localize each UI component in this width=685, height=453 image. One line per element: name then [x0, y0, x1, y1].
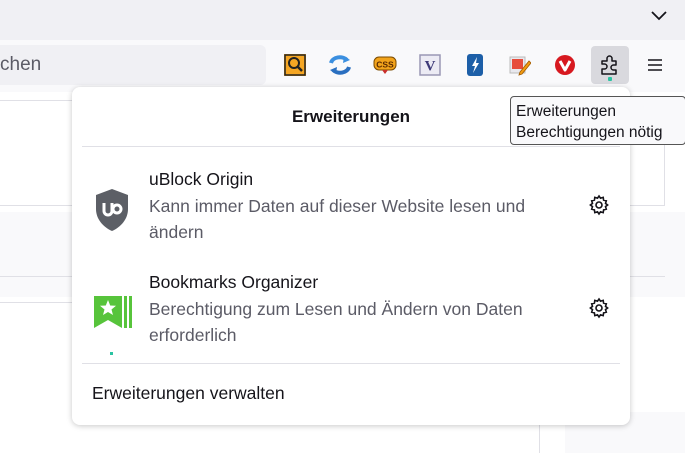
css-extension-icon[interactable]: CSS [370, 50, 400, 80]
nav-bar: CSS V [0, 40, 685, 92]
extensions-button[interactable] [591, 46, 629, 84]
extension-description: Kann immer Daten auf dieser Website lese… [149, 196, 526, 242]
edit-extension-icon[interactable] [505, 50, 535, 80]
bookmark-star-icon [92, 290, 132, 336]
divider [82, 146, 620, 147]
v-extension-icon[interactable]: V [415, 50, 445, 80]
extension-name: uBlock Origin [149, 169, 254, 189]
sync-arrows-icon[interactable] [325, 50, 355, 80]
gear-icon[interactable] [585, 294, 613, 322]
extension-item-ublock[interactable]: uBlock Origin Kann immer Daten auf diese… [72, 169, 630, 265]
attention-indicator [110, 352, 113, 355]
divider [82, 363, 620, 364]
tab-bar [0, 0, 685, 40]
extension-item-bookmarks-organizer[interactable]: Bookmarks Organizer Berechtigung zum Les… [72, 272, 630, 368]
chevron-down-icon[interactable] [649, 6, 669, 26]
vivaldi-extension-icon[interactable] [550, 50, 580, 80]
gear-icon[interactable] [585, 191, 613, 219]
tooltip: Erweiterungen Berechtigungen nötig [510, 96, 685, 145]
manage-extensions-link[interactable]: Erweiterungen verwalten [92, 383, 285, 404]
url-bar[interactable] [0, 45, 266, 85]
hamburger-menu-icon[interactable] [640, 50, 670, 80]
extension-description: Berechtigung zum Lesen und Ändern von Da… [149, 299, 523, 345]
bolt-extension-icon[interactable] [460, 50, 490, 80]
search-input[interactable] [0, 45, 260, 85]
tooltip-line: Erweiterungen [516, 103, 616, 120]
svg-text:V: V [425, 59, 436, 75]
magnifier-extension-icon[interactable] [280, 50, 310, 80]
puzzle-piece-icon [601, 55, 617, 75]
svg-text:CSS: CSS [376, 60, 394, 70]
attention-indicator [608, 77, 612, 81]
tooltip-line: Berechtigungen nötig [516, 124, 663, 141]
ublock-shield-icon [92, 187, 132, 233]
extension-name: Bookmarks Organizer [149, 272, 319, 292]
